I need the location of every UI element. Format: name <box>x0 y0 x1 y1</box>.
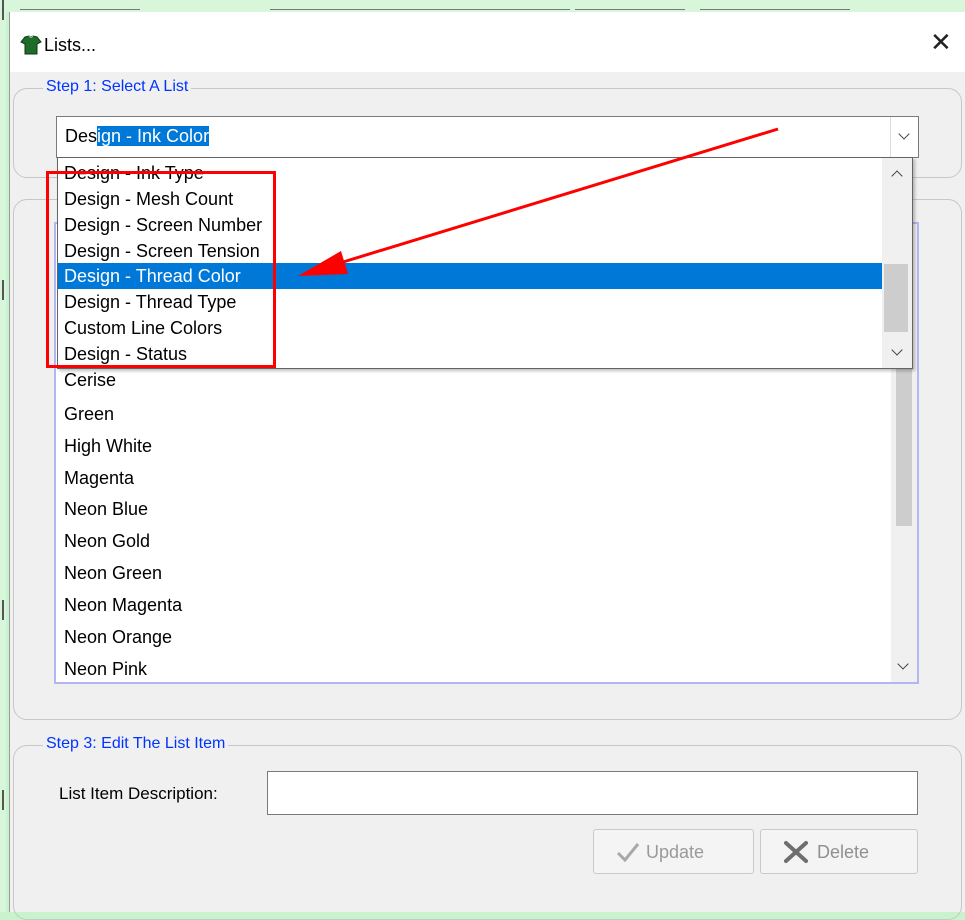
chevron-down-icon[interactable] <box>897 658 909 670</box>
update-label: Update <box>646 842 705 862</box>
list-item[interactable]: Neon Gold <box>64 531 150 552</box>
list-item[interactable]: Neon Green <box>64 563 162 584</box>
list-item[interactable]: High White <box>64 436 152 457</box>
background-toolbar-strip <box>0 0 965 12</box>
delete-label: Delete <box>817 842 870 862</box>
list-item[interactable]: Neon Blue <box>64 499 148 520</box>
list-item-description-input[interactable] <box>267 771 918 815</box>
list-item[interactable]: Neon Magenta <box>64 595 182 616</box>
list-item-description-label: List Item Description: <box>59 784 218 803</box>
update-button[interactable]: Update <box>593 829 754 874</box>
lists-dialog: Lists... ✕ Step 1: Select A List Cerise … <box>9 12 965 920</box>
background-window-edge <box>0 0 6 912</box>
delete-button[interactable]: Delete <box>760 829 918 874</box>
checkmark-icon <box>616 843 640 863</box>
x-icon <box>784 841 808 863</box>
step3-legend: Step 3: Edit The List Item <box>43 735 229 753</box>
annotation-arrow <box>298 127 779 276</box>
list-item[interactable]: Magenta <box>64 468 134 489</box>
list-item[interactable]: Neon Pink <box>64 659 147 680</box>
list-item[interactable]: Neon Orange <box>64 627 172 648</box>
